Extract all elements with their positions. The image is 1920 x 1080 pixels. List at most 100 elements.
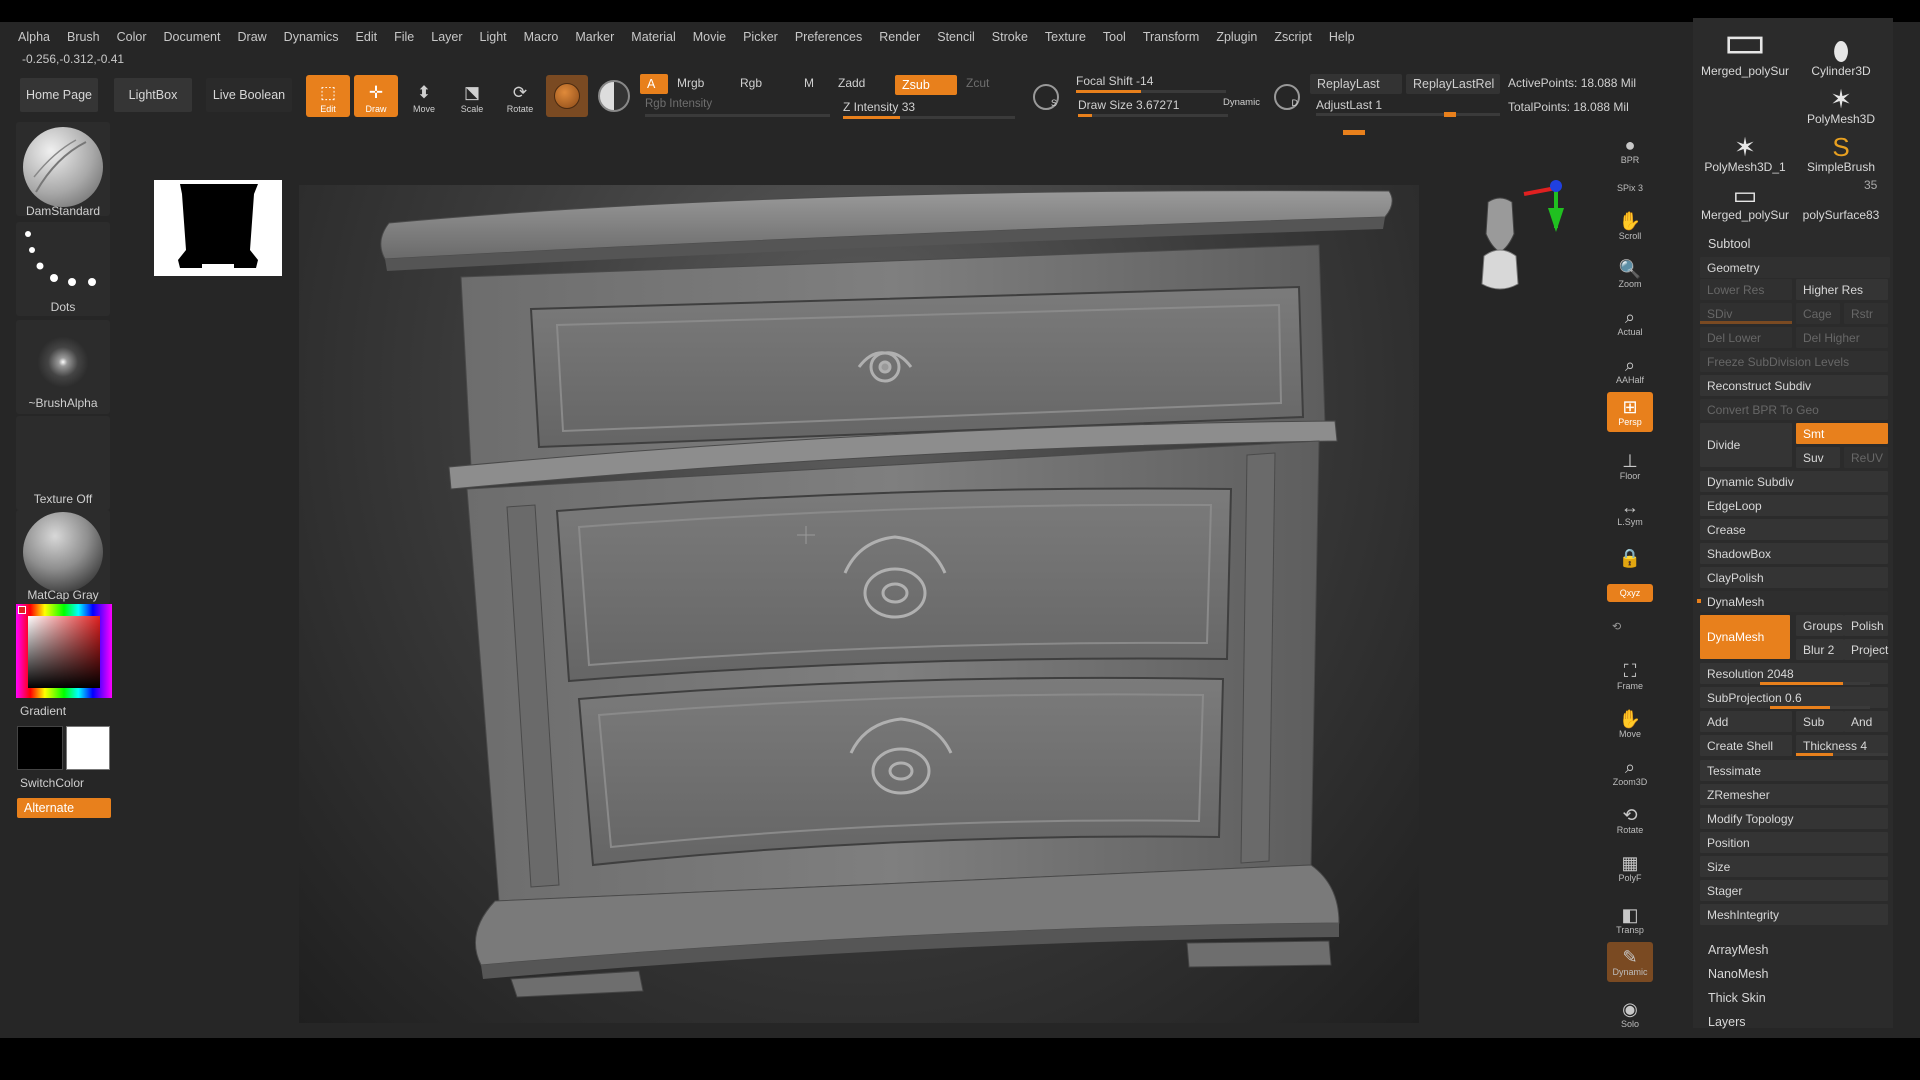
subtool-item[interactable]: ✶ PolyMesh3D [1794,78,1888,126]
tessimate-section[interactable]: Tessimate [1700,760,1888,781]
menu-picker[interactable]: Picker [743,30,778,44]
dynamesh-button[interactable]: DynaMesh [1700,615,1790,659]
thick-skin-section[interactable]: Thick Skin [1708,991,1766,1005]
matcap-toggle-icon[interactable] [598,80,630,112]
m-button[interactable]: M [804,76,814,90]
menu-alpha[interactable]: Alpha [18,30,50,44]
menu-movie[interactable]: Movie [693,30,726,44]
z-intensity-slider[interactable] [843,116,1015,119]
rotate-button[interactable]: ⟲ Rotate [1607,800,1653,840]
spix-button[interactable]: SPix 3 [1607,176,1653,200]
menu-texture[interactable]: Texture [1045,30,1086,44]
convert-bpr-button[interactable]: Convert BPR To Geo [1700,399,1888,420]
create-shell-button[interactable]: Create Shell [1700,735,1792,756]
suv-toggle[interactable]: Suv [1796,447,1840,468]
subtool-item[interactable]: ✶ PolyMesh3D_1 [1698,126,1792,174]
polyf-button[interactable]: ▦ PolyF [1607,848,1653,888]
menu-tool[interactable]: Tool [1103,30,1126,44]
menu-color[interactable]: Color [117,30,147,44]
menu-brush[interactable]: Brush [67,30,100,44]
color-picker[interactable] [16,604,112,698]
dynamic-subdiv-section[interactable]: Dynamic Subdiv [1700,471,1888,492]
stager-section[interactable]: Stager [1700,880,1888,901]
a-mode-button[interactable]: A [640,74,668,94]
draw-toggle-icon[interactable]: D [1274,84,1300,110]
menu-dynamics[interactable]: Dynamics [284,30,339,44]
zremesher-section[interactable]: ZRemesher [1700,784,1888,805]
project-toggle[interactable]: Project [1844,639,1888,660]
del-higher-button[interactable]: Del Higher [1796,327,1888,348]
3d-viewport[interactable] [299,185,1419,1023]
xyz-button[interactable]: Qxyz [1607,584,1653,602]
mrgb-button[interactable]: Mrgb [677,76,704,90]
geometry-header[interactable]: Geometry [1700,257,1890,278]
add-button[interactable]: Add [1700,711,1792,732]
menu-stencil[interactable]: Stencil [937,30,975,44]
edit-tool-button[interactable]: ⬚ Edit [306,75,350,117]
lsym-button[interactable]: ↔ L.Sym [1607,492,1653,532]
crease-section[interactable]: Crease [1700,519,1888,540]
replay-last-button[interactable]: ReplayLast [1310,74,1402,94]
reuv-button[interactable]: ReUV [1844,447,1888,468]
scroll-button[interactable]: ✋ Scroll [1607,206,1653,246]
higher-res-button[interactable]: Higher Res [1796,279,1888,300]
menu-draw[interactable]: Draw [238,30,267,44]
focal-toggle-icon[interactable]: S [1033,84,1059,110]
menu-layer[interactable]: Layer [431,30,462,44]
sub-button[interactable]: Sub [1796,711,1844,732]
cage-button[interactable]: Cage [1796,303,1840,324]
material-swatch-button[interactable] [546,75,588,117]
del-lower-button[interactable]: Del Lower [1700,327,1792,348]
subtool-item[interactable]: ▭ Merged_polySur [1698,18,1792,78]
floor-button[interactable]: ⊥ Floor [1607,446,1653,486]
reconstruct-subdiv-button[interactable]: Reconstruct Subdiv [1700,375,1888,396]
zoom3d-button[interactable]: ⌕ Zoom3D [1607,752,1653,792]
menu-material[interactable]: Material [631,30,675,44]
switch-color-button[interactable]: SwitchColor [20,776,84,790]
rotation-axis-icons[interactable]: ⟲ [1612,620,1621,633]
transp-button[interactable]: ◧ Transp [1607,900,1653,940]
smt-toggle[interactable]: Smt [1796,423,1888,444]
frame-button[interactable]: ⛶ Frame [1607,656,1653,696]
menu-document[interactable]: Document [164,30,221,44]
zoom-button[interactable]: 🔍 Zoom [1607,254,1653,294]
edgeloop-section[interactable]: EdgeLoop [1700,495,1888,516]
shadowbox-section[interactable]: ShadowBox [1700,543,1888,564]
rstr-button[interactable]: Rstr [1844,303,1888,324]
move-button[interactable]: ✋ Move [1607,704,1653,744]
lower-res-button[interactable]: Lower Res [1700,279,1792,300]
menu-stroke[interactable]: Stroke [992,30,1028,44]
menu-edit[interactable]: Edit [356,30,378,44]
persp-button[interactable]: ⊞ Persp [1607,392,1653,432]
meshintegrity-section[interactable]: MeshIntegrity [1700,904,1888,925]
menu-transform[interactable]: Transform [1143,30,1200,44]
resolution-slider[interactable]: Resolution 2048 [1700,663,1888,684]
focal-shift-slider[interactable] [1076,90,1226,93]
subtool-item[interactable]: ▭ Merged_polySur [1698,174,1792,222]
dynamic-button[interactable]: ✎ Dynamic [1607,942,1653,982]
move-tool-button[interactable]: ⬍ Move [402,75,446,117]
lock-button[interactable]: 🔒 [1607,538,1653,578]
rgb-button[interactable]: Rgb [740,76,762,90]
claypolish-section[interactable]: ClayPolish [1700,567,1888,588]
scale-tool-button[interactable]: ⬔ Scale [450,75,494,117]
aahalf-button[interactable]: ⌕ AAHalf [1607,350,1653,390]
color-picker-square[interactable] [28,616,100,688]
size-section[interactable]: Size [1700,856,1888,877]
menu-preferences[interactable]: Preferences [795,30,862,44]
menu-help[interactable]: Help [1329,30,1355,44]
menu-macro[interactable]: Macro [524,30,559,44]
menu-render[interactable]: Render [879,30,920,44]
arraymesh-section[interactable]: ArrayMesh [1708,943,1768,957]
subprojection-slider[interactable]: SubProjection 0.6 [1700,687,1888,708]
blur-slider[interactable]: Blur 2 [1796,639,1844,660]
groups-toggle[interactable]: Groups [1796,615,1844,636]
orientation-gizmo[interactable] [1460,172,1570,302]
divide-button[interactable]: Divide [1700,423,1792,467]
brush-thumbnail[interactable] [16,122,110,216]
timeline-marker[interactable] [1343,130,1365,135]
lightbox-button[interactable]: LightBox [114,78,192,112]
solo-button[interactable]: ◉ Solo [1607,994,1653,1034]
menu-zscript[interactable]: Zscript [1274,30,1312,44]
zadd-button[interactable]: Zadd [838,76,865,90]
